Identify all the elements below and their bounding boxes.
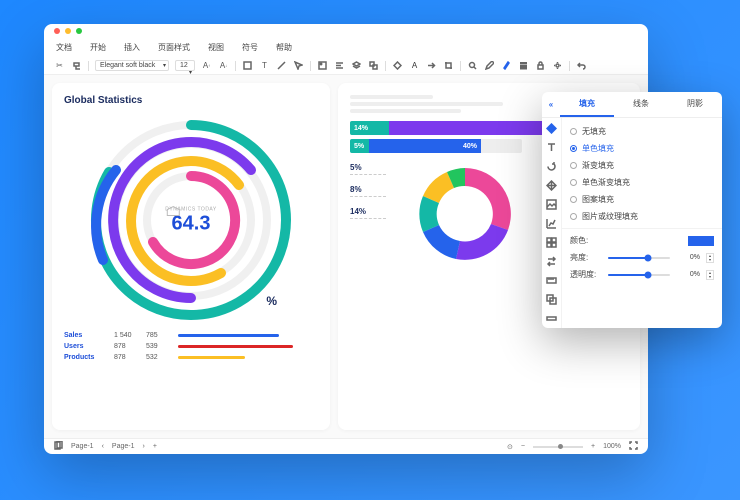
- layout-icon[interactable]: [546, 179, 558, 191]
- cut-icon[interactable]: ✂: [54, 60, 65, 71]
- font-select[interactable]: Elegant soft black: [95, 60, 169, 71]
- fill-none[interactable]: 无填充: [570, 123, 714, 140]
- menu-item[interactable]: 插入: [124, 42, 140, 53]
- donut-chart: [400, 159, 530, 269]
- fill-image[interactable]: 图片或纹理填充: [570, 208, 714, 225]
- placeholder-line: [350, 95, 433, 99]
- decrease-font-icon[interactable]: A↓: [218, 60, 229, 71]
- fullscreen-icon[interactable]: [629, 441, 638, 452]
- rect-icon[interactable]: [242, 60, 253, 71]
- search-icon[interactable]: [467, 60, 478, 71]
- zoom-in-icon[interactable]: +: [591, 443, 595, 450]
- lock-icon[interactable]: [535, 60, 546, 71]
- pointer-icon[interactable]: [293, 60, 304, 71]
- fill-pattern[interactable]: 图案填充: [570, 191, 714, 208]
- color-swatch[interactable]: [688, 236, 714, 246]
- arrow-icon[interactable]: [426, 60, 437, 71]
- menubar: 文档 开始 插入 页面样式 视图 符号 帮助: [44, 38, 648, 57]
- radial-chart: DYNAMICS TODAY 64.3 %: [81, 110, 301, 330]
- chart-icon[interactable]: [546, 217, 558, 229]
- placeholder-line: [350, 102, 503, 106]
- pen-icon[interactable]: [501, 60, 512, 71]
- group-icon[interactable]: [368, 60, 379, 71]
- color-row: 颜色:: [570, 232, 714, 249]
- fontcolor-icon[interactable]: A: [409, 60, 420, 71]
- increase-font-icon[interactable]: A↑: [201, 60, 212, 71]
- stats-card[interactable]: Global Statistics DYNAMICS TODAY 64.: [52, 83, 330, 430]
- stats-table: Sales1 540785 Users878539 Products878532: [64, 332, 318, 361]
- add-page-icon[interactable]: +: [153, 443, 157, 450]
- ruler-icon[interactable]: [546, 274, 558, 286]
- brightness-slider[interactable]: [608, 257, 670, 259]
- opacity-slider[interactable]: [608, 274, 670, 276]
- tab-line[interactable]: 线条: [614, 92, 668, 117]
- statusbar: Page-1 ‹ Page-1 › + ⊙ − + 100%: [44, 438, 648, 454]
- tab-shadow[interactable]: 阴影: [668, 92, 722, 117]
- rotate-icon[interactable]: [546, 160, 558, 172]
- panel-back-icon[interactable]: «: [542, 92, 560, 117]
- fill-mono-gradient[interactable]: 单色渐变填充: [570, 174, 714, 191]
- properties-panel[interactable]: « 填充 线条 阴影 无填充 单色填充 渐变填充 单色渐变填充 图案填充 图片或…: [542, 92, 722, 328]
- menu-item[interactable]: 视图: [208, 42, 224, 53]
- panel-sidebar: [542, 118, 562, 328]
- toolbar: ✂ Elegant soft black 12 A↑ A↓ T A: [44, 57, 648, 75]
- zoom-value: 100%: [603, 443, 621, 450]
- fontsize-select[interactable]: 12: [175, 60, 195, 71]
- undo-icon[interactable]: [576, 60, 587, 71]
- crop-icon[interactable]: [443, 60, 454, 71]
- minimize-icon[interactable]: [65, 28, 71, 34]
- text-icon[interactable]: [546, 141, 558, 153]
- brightness-stepper[interactable]: ▴▾: [706, 253, 714, 263]
- menu-item[interactable]: 帮助: [276, 42, 292, 53]
- opacity-stepper[interactable]: ▴▾: [706, 270, 714, 280]
- line-icon[interactable]: [276, 60, 287, 71]
- image-icon[interactable]: [546, 198, 558, 210]
- more-icon[interactable]: [546, 312, 558, 324]
- page-tab[interactable]: Page-1: [71, 443, 94, 450]
- copy-icon[interactable]: [546, 293, 558, 305]
- pct-symbol: %: [266, 294, 277, 308]
- align-icon[interactable]: [334, 60, 345, 71]
- next-page-icon[interactable]: ›: [143, 443, 145, 450]
- hbar: 5% 40%: [350, 139, 522, 153]
- fit-icon[interactable]: ⊙: [507, 443, 513, 451]
- fill-solid[interactable]: 单色填充: [570, 140, 714, 157]
- swap-icon[interactable]: [546, 255, 558, 267]
- zoom-out-icon[interactable]: −: [521, 443, 525, 450]
- menu-item[interactable]: 文档: [56, 42, 72, 53]
- pages-icon[interactable]: [54, 441, 63, 452]
- tab-fill[interactable]: 填充: [560, 92, 614, 117]
- grid-icon[interactable]: [546, 236, 558, 248]
- brightness-row: 亮度: 0% ▴▾: [570, 249, 714, 266]
- lineweight-icon[interactable]: [518, 60, 529, 71]
- close-icon[interactable]: [54, 28, 60, 34]
- pencil-icon[interactable]: [484, 60, 495, 71]
- page-label: Page-1: [112, 443, 135, 450]
- opacity-row: 透明度: 0% ▴▾: [570, 266, 714, 283]
- placeholder-line: [350, 109, 461, 113]
- settings-icon[interactable]: [552, 60, 563, 71]
- image-icon[interactable]: [317, 60, 328, 71]
- text-icon[interactable]: T: [259, 60, 270, 71]
- layers-icon[interactable]: [351, 60, 362, 71]
- format-painter-icon[interactable]: [71, 60, 82, 71]
- prev-page-icon[interactable]: ‹: [102, 443, 104, 450]
- maximize-icon[interactable]: [76, 28, 82, 34]
- card-title: Global Statistics: [64, 95, 318, 106]
- shape-icon[interactable]: [546, 122, 558, 134]
- menu-item[interactable]: 页面样式: [158, 42, 190, 53]
- fill-gradient[interactable]: 渐变填充: [570, 157, 714, 174]
- titlebar: [44, 24, 648, 38]
- menu-item[interactable]: 开始: [90, 42, 106, 53]
- menu-item[interactable]: 符号: [242, 42, 258, 53]
- fill-icon[interactable]: [392, 60, 403, 71]
